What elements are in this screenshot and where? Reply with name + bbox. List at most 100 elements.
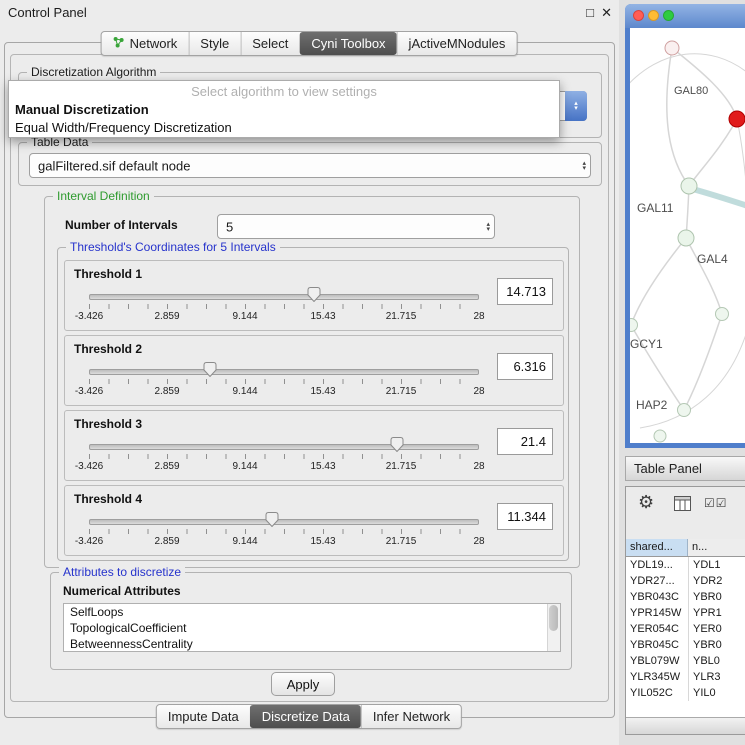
tab-jactivemnodules-label: jActiveMNodules <box>409 32 506 55</box>
selected-network-node[interactable] <box>729 111 745 127</box>
table-header-row: shared... n... <box>626 539 745 557</box>
threshold-value-box[interactable]: 14.713 <box>497 278 553 305</box>
threshold-slider[interactable]: -3.4262.8599.14415.4321.71528 <box>89 514 479 550</box>
select-columns-checkbox-icons[interactable]: ☑☑ <box>704 496 728 510</box>
network-node[interactable] <box>630 319 638 332</box>
close-window-icon[interactable]: ✕ <box>601 5 612 21</box>
tab-discretize-data[interactable]: Discretize Data <box>250 705 361 728</box>
slider-handle[interactable] <box>203 362 216 377</box>
slider-track[interactable] <box>89 294 479 300</box>
tick-label: -3.426 <box>75 536 103 547</box>
table-row[interactable]: YBR043C YBR0 <box>626 589 745 605</box>
slider-track[interactable] <box>89 444 479 450</box>
attribute-list-item[interactable]: TopologicalCoefficient <box>64 620 560 636</box>
tab-impute-data[interactable]: Impute Data <box>157 705 250 728</box>
network-canvas[interactable]: GAL80 GAL11 GAL4 GCY1 HAP2 <box>630 28 745 443</box>
slider-track[interactable] <box>89 519 479 525</box>
tick-label: 15.43 <box>310 311 335 322</box>
tick-label: 21.715 <box>386 536 417 547</box>
slider-handle[interactable] <box>308 287 321 302</box>
tick-labels: -3.4262.8599.14415.4321.71528 <box>89 311 479 323</box>
tick-label: 2.859 <box>154 386 179 397</box>
table-panel-header[interactable]: Table Panel <box>625 456 745 481</box>
threshold-value-box[interactable]: 21.4 <box>497 428 553 455</box>
tick-label: 28 <box>473 536 484 547</box>
tab-cyni-toolbox-label: Cyni Toolbox <box>311 32 385 55</box>
node-label: GAL11 <box>637 201 674 215</box>
slider-handle[interactable] <box>266 512 279 527</box>
tick-label: 28 <box>473 311 484 322</box>
number-of-intervals-spinner[interactable]: 5 ▴▾ <box>217 214 495 239</box>
numerical-attributes-label: Numerical Attributes <box>63 584 181 598</box>
algorithm-option-manual[interactable]: Manual Discretization <box>9 101 559 119</box>
tab-cyni-toolbox[interactable]: Cyni Toolbox <box>299 32 396 55</box>
table-data-combobox[interactable]: galFiltered.sif default node ▴▾ <box>29 153 591 178</box>
spinner-arrows-icon[interactable]: ▴▾ <box>486 222 490 232</box>
attributes-scrollbar[interactable] <box>547 604 560 651</box>
network-node[interactable] <box>678 404 691 417</box>
network-node[interactable] <box>678 230 694 246</box>
tick-label: 15.43 <box>310 536 335 547</box>
table-row[interactable]: YBR045C YBR0 <box>626 637 745 653</box>
tab-network[interactable]: Network <box>102 32 189 55</box>
slider-handle[interactable] <box>391 437 404 452</box>
table-row[interactable]: YDR27... YDR2 <box>626 573 745 589</box>
algorithm-option-equal-width[interactable]: Equal Width/Frequency Discretization <box>9 119 559 137</box>
network-window-titlebar[interactable] <box>625 4 745 28</box>
tab-infer-network[interactable]: Infer Network <box>361 705 461 728</box>
network-node[interactable] <box>654 430 666 442</box>
slider-track[interactable] <box>89 369 479 375</box>
threshold-slider[interactable]: -3.4262.8599.14415.4321.71528 <box>89 364 479 400</box>
apply-button[interactable]: Apply <box>271 672 335 696</box>
thresholds-container: Threshold 1 14.713 -3.4262.8599.14415.43… <box>64 260 562 560</box>
tab-style-label: Style <box>200 32 229 55</box>
column-header-name[interactable]: n... <box>688 539 745 556</box>
float-window-icon[interactable]: □ <box>586 5 594 20</box>
node-label: GAL4 <box>697 252 728 266</box>
control-panel-title: Control Panel <box>8 5 87 20</box>
slider-ticks <box>89 379 479 384</box>
table-cell-shared-name: YDL19... <box>626 557 688 573</box>
attribute-list-item[interactable]: SelfLoops <box>64 604 560 620</box>
threshold-value-box[interactable]: 6.316 <box>497 353 553 380</box>
zoom-traffic-light-icon[interactable] <box>663 10 674 21</box>
threshold-value-box[interactable]: 11.344 <box>497 503 553 530</box>
threshold-panel: Threshold 3 21.4 -3.4262.8599.14415.4321… <box>64 410 564 481</box>
combobox-arrows-icon[interactable]: ▴▾ <box>582 161 586 171</box>
columns-icon[interactable] <box>674 496 691 516</box>
table-row[interactable]: YIL052C YIL0 <box>626 685 745 701</box>
control-panel-titlebar: Control Panel □ ✕ <box>0 0 619 24</box>
network-node-labels: GAL80 GAL11 GAL4 GCY1 HAP2 <box>630 85 728 412</box>
tick-label: 21.715 <box>386 386 417 397</box>
minimize-traffic-light-icon[interactable] <box>648 10 659 21</box>
tick-label: 21.715 <box>386 311 417 322</box>
screen: Control Panel □ ✕ Network Style Select C… <box>0 0 745 745</box>
tab-select[interactable]: Select <box>240 32 299 55</box>
table-row[interactable]: YPR145W YPR1 <box>626 605 745 621</box>
top-tab-strip: Network Style Select Cyni Toolbox jActiv… <box>101 31 518 56</box>
scrollbar-thumb[interactable] <box>549 605 558 631</box>
table-row[interactable]: YLR345W YLR3 <box>626 669 745 685</box>
tick-labels: -3.4262.8599.14415.4321.71528 <box>89 461 479 473</box>
table-row[interactable]: YBL079W YBL0 <box>626 653 745 669</box>
gear-icon[interactable]: ⚙ <box>638 492 654 513</box>
tab-jactivemnodules[interactable]: jActiveMNodules <box>397 32 517 55</box>
attributes-group: Attributes to discretize Numerical Attri… <box>50 572 572 670</box>
tab-impute-data-label: Impute Data <box>168 705 239 728</box>
threshold-slider[interactable]: -3.4262.8599.14415.4321.71528 <box>89 439 479 475</box>
network-node[interactable] <box>716 308 729 321</box>
interval-definition-group: Interval Definition Number of Intervals … <box>44 196 580 568</box>
attribute-list-item[interactable]: BetweennessCentrality <box>64 636 560 652</box>
threshold-label: Threshold 3 <box>74 417 142 431</box>
column-header-shared-name[interactable]: shared... <box>626 539 688 556</box>
network-node[interactable] <box>665 41 679 55</box>
network-node[interactable] <box>681 178 697 194</box>
combobox-arrows-icon[interactable]: ▴▾ <box>565 91 587 121</box>
table-row[interactable]: YER054C YER0 <box>626 621 745 637</box>
thresholds-group-label: Threshold's Coordinates for 5 Intervals <box>66 240 280 254</box>
threshold-slider[interactable]: -3.4262.8599.14415.4321.71528 <box>89 289 479 325</box>
close-traffic-light-icon[interactable] <box>633 10 644 21</box>
numerical-attributes-list[interactable]: SelfLoopsTopologicalCoefficientBetweenne… <box>63 603 561 652</box>
tab-style[interactable]: Style <box>188 32 240 55</box>
table-row[interactable]: YDL19... YDL1 <box>626 557 745 573</box>
